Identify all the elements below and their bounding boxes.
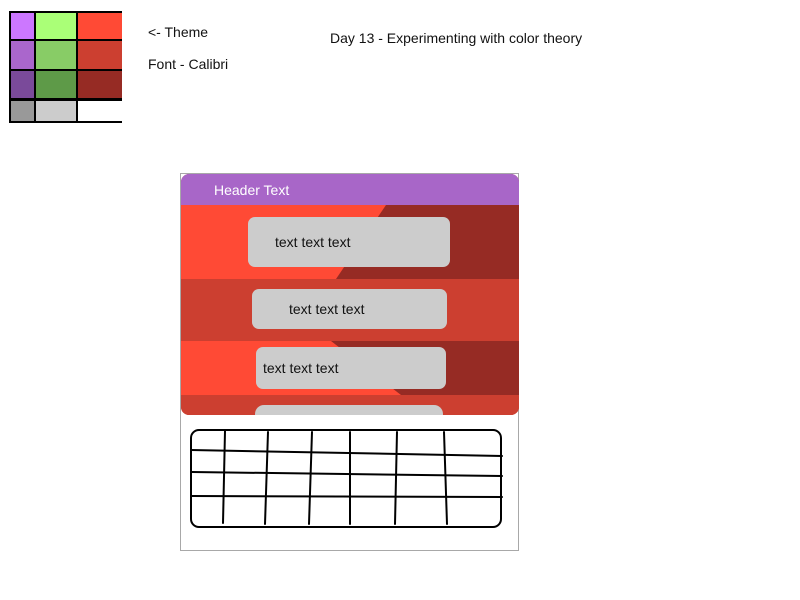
sketch-table xyxy=(190,429,502,528)
swatch-green xyxy=(36,41,78,71)
page-title: Day 13 - Experimenting with color theory xyxy=(330,30,583,46)
swatch-light-gray xyxy=(36,101,78,121)
swatch-medium-red xyxy=(78,41,122,71)
message-bubble-text: text text text xyxy=(275,234,351,250)
swatch-light-green xyxy=(36,13,78,41)
message-bubble-text: text text text xyxy=(289,301,365,317)
font-label: Font - Calibri xyxy=(148,56,229,72)
header-text: Header Text xyxy=(214,182,290,198)
message-bubble-partial xyxy=(255,405,443,415)
message-bubble-2: text text text xyxy=(252,289,447,329)
swatch-white xyxy=(78,101,122,121)
message-bubble-1: text text text xyxy=(248,217,450,267)
message-bubble-3: text text text xyxy=(256,347,446,389)
swatch-light-purple xyxy=(11,13,36,41)
message-bubble-text: text text text xyxy=(263,360,339,376)
theme-label: <- Theme xyxy=(148,24,209,40)
swatch-gray xyxy=(11,101,36,121)
mockup-screen: Header Text text text text text text tex… xyxy=(181,174,519,415)
swatch-dark-green xyxy=(36,71,78,101)
swatch-dark-purple xyxy=(11,71,36,101)
swatch-purple xyxy=(11,41,36,71)
theme-swatch-grid xyxy=(9,11,122,123)
swatch-dark-red xyxy=(78,71,122,101)
header-bar: Header Text xyxy=(181,174,519,205)
swatch-red xyxy=(78,13,122,41)
